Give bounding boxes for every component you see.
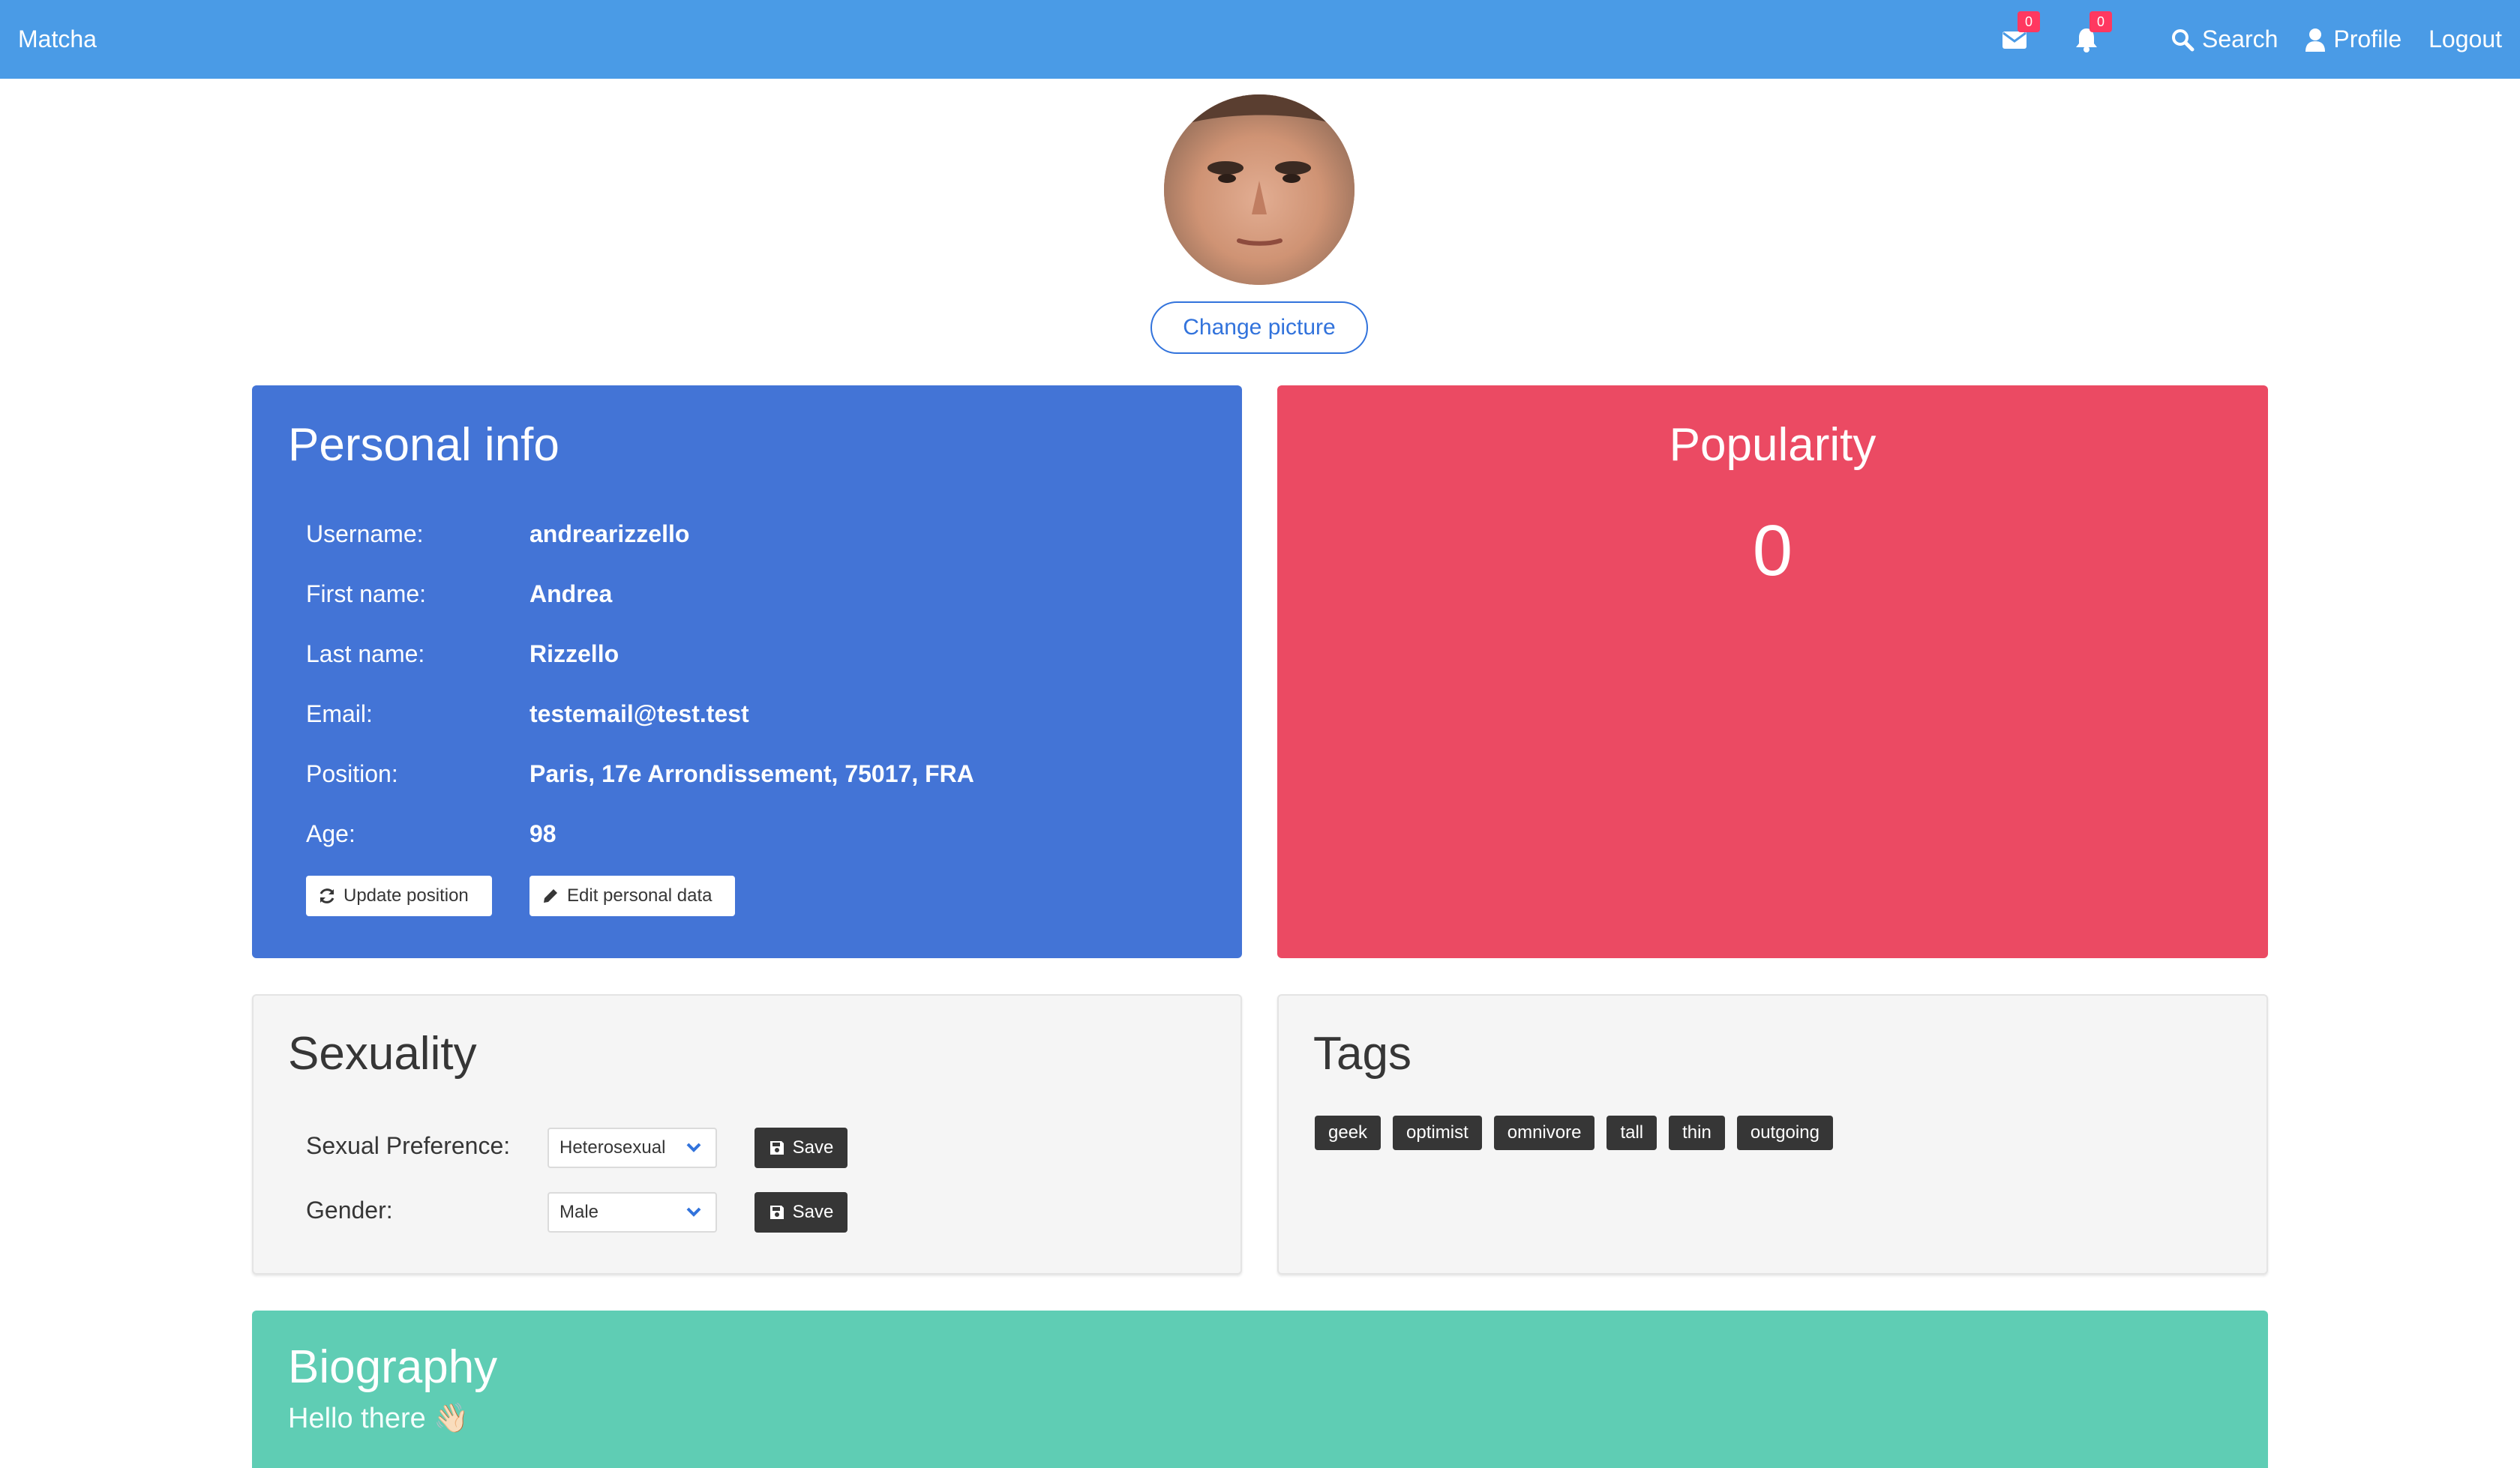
chevron-down-icon: [686, 1143, 701, 1152]
popularity-score: 0: [1752, 511, 1793, 591]
tag[interactable]: optimist: [1393, 1116, 1482, 1150]
biography-text: Hello there 👋🏻: [288, 1403, 470, 1434]
profile-avatar: [1164, 94, 1354, 285]
info-row-username: Username: andrearizzello: [306, 520, 689, 548]
edit-personal-data-label: Edit personal data: [567, 885, 712, 906]
popularity-card: Popularity 0: [1277, 385, 2268, 958]
tags-card: Tags geek optimist omnivore tall thin ou…: [1277, 994, 2268, 1275]
notifications-button[interactable]: 0: [2072, 10, 2113, 55]
info-value: Andrea: [530, 580, 613, 607]
messages-badge: 0: [2018, 10, 2041, 32]
sexual-preference-label: Sexual Preference:: [306, 1132, 511, 1159]
info-row-email: Email: testemail@test.test: [306, 700, 749, 728]
sexuality-title: Sexuality: [288, 1028, 477, 1080]
info-value: andrearizzello: [530, 520, 690, 547]
tag[interactable]: tall: [1606, 1116, 1658, 1150]
info-label: Email:: [306, 700, 373, 727]
brand-logo[interactable]: Matcha: [0, 25, 97, 53]
messages-button[interactable]: 0: [2000, 10, 2041, 55]
navbar-menu: 0 0 Search Profile Logout: [2000, 0, 2520, 79]
gender-select[interactable]: Male: [548, 1192, 717, 1233]
info-row-last-name: Last name: Rizzello: [306, 640, 619, 668]
search-icon: [2172, 28, 2194, 51]
info-value: 98: [530, 820, 556, 847]
nav-profile-link[interactable]: Profile: [2305, 25, 2402, 53]
info-value: testemail@test.test: [530, 700, 749, 727]
gender-label: Gender:: [306, 1197, 393, 1224]
edit-personal-data-button[interactable]: Edit personal data: [530, 876, 735, 916]
sexual-preference-select[interactable]: Heterosexual: [548, 1128, 717, 1168]
nav-logout-link[interactable]: Logout: [2428, 25, 2502, 53]
personal-info-card: Personal info Username: andrearizzello F…: [252, 385, 1242, 958]
nav-logout-label: Logout: [2428, 25, 2502, 52]
change-picture-button[interactable]: Change picture: [1150, 301, 1368, 354]
biography-card: Biography Hello there 👋🏻: [252, 1311, 2268, 1468]
envelope-icon: [2002, 31, 2027, 49]
avatar-photo: [1164, 94, 1354, 285]
tag-list: geek optimist omnivore tall thin outgoin…: [1315, 1116, 1845, 1150]
floppy-disk-icon: [770, 1141, 784, 1155]
info-value: Rizzello: [530, 640, 620, 667]
nav-profile-label: Profile: [2333, 25, 2402, 52]
info-row-age: Age: 98: [306, 820, 556, 848]
navbar: Matcha 0 0 Search Profile Logout: [0, 0, 2520, 79]
tags-title: Tags: [1313, 1028, 1412, 1080]
sexual-preference-value: Heterosexual: [560, 1137, 666, 1158]
update-position-button[interactable]: Update position: [306, 876, 492, 916]
nav-search-label: Search: [2202, 25, 2278, 52]
info-label: Last name:: [306, 640, 425, 667]
save-gender-button[interactable]: Save: [754, 1192, 848, 1233]
info-value: Paris, 17e Arrondissement, 75017, FRA: [530, 760, 974, 787]
tag[interactable]: outgoing: [1736, 1116, 1833, 1150]
update-position-label: Update position: [344, 885, 469, 906]
personal-info-title: Personal info: [288, 419, 560, 471]
chevron-down-icon: [686, 1207, 701, 1217]
nav-search-link[interactable]: Search: [2170, 25, 2278, 53]
info-row-position: Position: Paris, 17e Arrondissement, 750…: [306, 760, 974, 788]
info-label: First name:: [306, 580, 427, 607]
notifications-badge: 0: [2090, 10, 2113, 32]
save-preference-label: Save: [792, 1137, 834, 1158]
tag[interactable]: geek: [1315, 1116, 1382, 1150]
info-row-first-name: First name: Andrea: [306, 580, 612, 608]
tag[interactable]: thin: [1669, 1116, 1725, 1150]
info-label: Age:: [306, 820, 356, 847]
info-label: Username:: [306, 520, 424, 547]
gender-value: Male: [560, 1202, 599, 1222]
pencil-icon: [544, 889, 557, 903]
biography-title: Biography: [288, 1341, 498, 1393]
refresh-icon: [320, 888, 334, 903]
info-label: Position:: [306, 760, 398, 787]
sexuality-card: Sexuality Sexual Preference: Heterosexua…: [252, 994, 1242, 1275]
popularity-title: Popularity: [1669, 419, 1876, 471]
user-icon: [2306, 28, 2326, 52]
save-gender-label: Save: [792, 1202, 834, 1222]
save-preference-button[interactable]: Save: [754, 1128, 848, 1168]
floppy-disk-icon: [770, 1206, 784, 1219]
tag[interactable]: omnivore: [1493, 1116, 1595, 1150]
